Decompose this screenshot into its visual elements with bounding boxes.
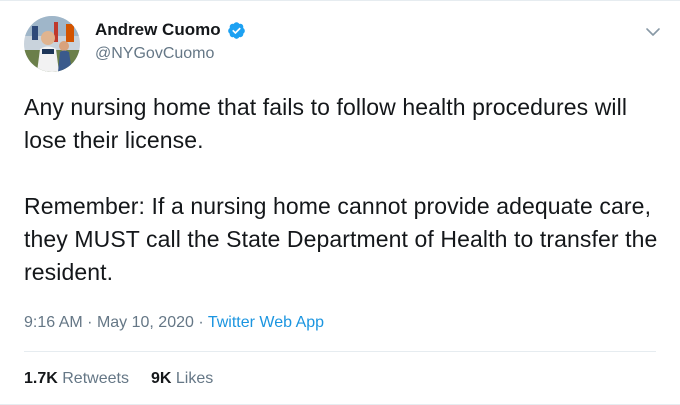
retweets-count: 1.7K xyxy=(24,370,58,387)
tweet-source-link[interactable]: Twitter Web App xyxy=(208,314,324,331)
likes-stat[interactable]: 9K Likes xyxy=(151,370,213,388)
verified-badge-icon xyxy=(227,21,246,40)
retweets-stat[interactable]: 1.7K Retweets xyxy=(24,370,129,388)
tweet-time[interactable]: 9:16 AM xyxy=(24,314,83,331)
tweet-paragraph: Any nursing home that fails to follow he… xyxy=(24,94,628,153)
tweet-stats: 1.7K Retweets 9K Likes xyxy=(24,370,213,388)
tweet-meta: 9:16 AM · May 10, 2020 · Twitter Web App xyxy=(24,314,324,332)
tweet-text: Any nursing home that fails to follow he… xyxy=(24,91,664,289)
tweet-card: Andrew Cuomo @NYGovCuomo Any nursing hom… xyxy=(0,0,680,405)
likes-count: 9K xyxy=(150,370,172,387)
avatar[interactable] xyxy=(24,16,80,72)
tweet-date[interactable]: May 10, 2020 xyxy=(97,314,194,331)
retweets-label: Retweets xyxy=(62,370,129,387)
avatar-image xyxy=(24,16,80,72)
meta-separator: · xyxy=(198,314,204,331)
author-name-row[interactable]: Andrew Cuomo xyxy=(95,20,246,40)
meta-separator: · xyxy=(87,314,93,331)
author-handle[interactable]: @NYGovCuomo xyxy=(95,45,214,63)
author-display-name[interactable]: Andrew Cuomo xyxy=(95,20,221,40)
stats-divider xyxy=(24,351,656,352)
likes-label: Likes xyxy=(175,370,214,387)
tweet-paragraph: Remember: If a nursing home cannot provi… xyxy=(24,193,658,285)
chevron-down-icon[interactable] xyxy=(644,23,662,41)
